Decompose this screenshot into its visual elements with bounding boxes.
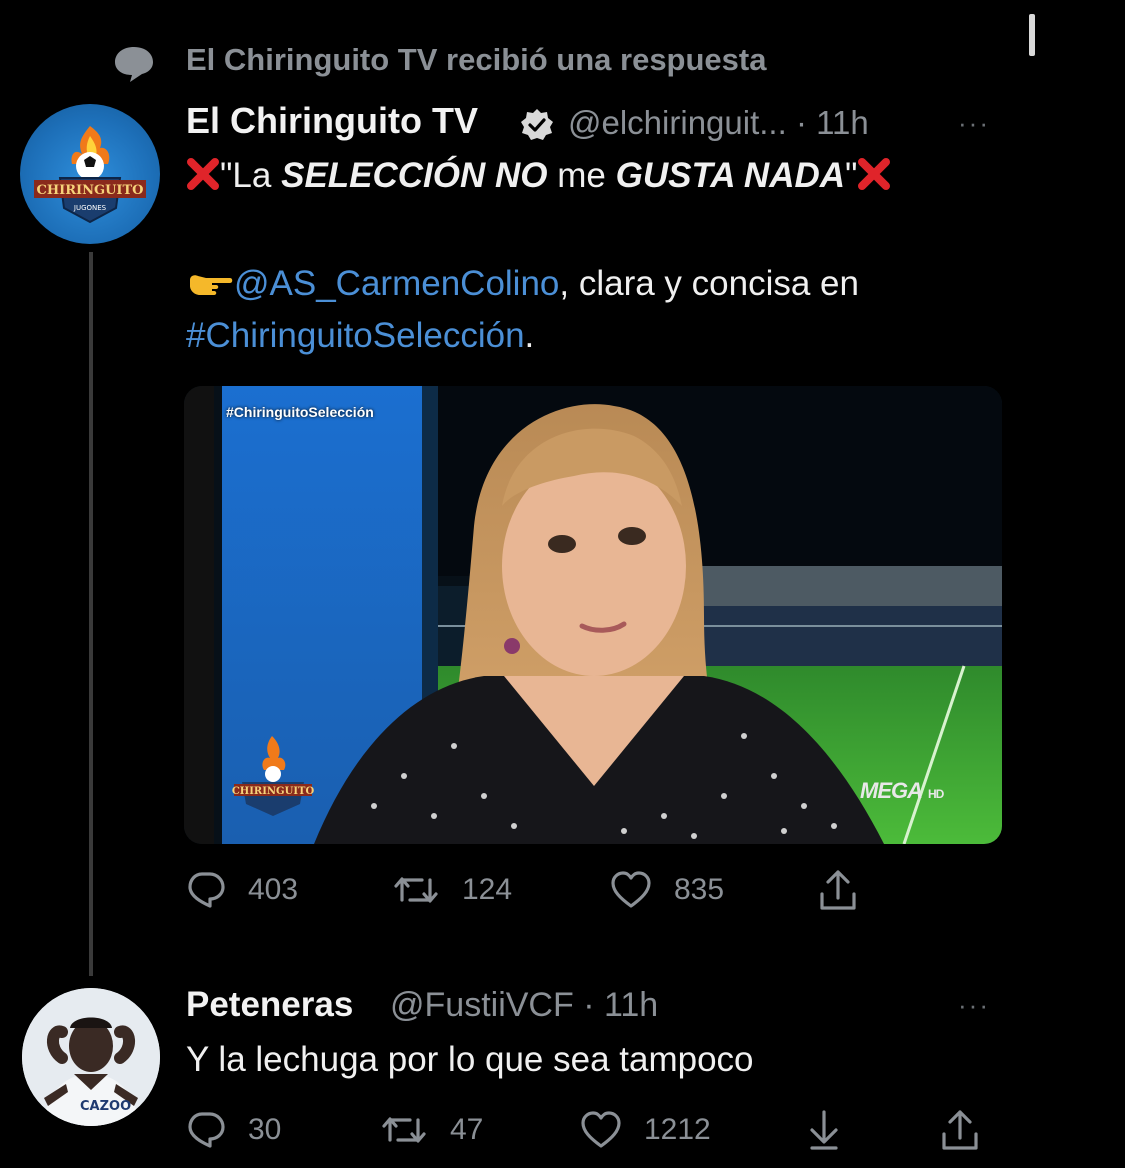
reply-handle-time[interactable]: @FustiiVCF · 11h [390,986,658,1025]
video-logo-text: CHIRINGUITO [232,786,315,797]
tweet-handle-time[interactable]: @elchiringuit... · 11h [568,104,869,142]
like-count: 835 [674,873,725,906]
reply-reply-action[interactable]: 30 [186,1110,281,1150]
reply-text: Y la lechuga por lo que sea tampoco [186,1040,754,1079]
retweet-count: 124 [462,873,513,906]
reply-reply-count: 30 [248,1113,282,1146]
reply-count: 403 [248,873,299,906]
video-frame-image: CHIRINGUITO [184,386,1002,844]
tweet-handle[interactable]: @elchiringuit... [568,104,787,141]
red-x-icon [187,158,219,190]
tweet-author-name[interactable]: El Chiringuito TV [186,100,478,142]
channel-logo-text: MEGA [860,778,923,803]
download-arrow-icon [810,1110,838,1150]
chiringuito-logo: CHIRINGUITO JUGONES [34,126,146,224]
tweet-text-line-1: "La SELECCIÓN NO me GUSTA NADA" [186,156,891,196]
avatar-logo-subtext: JUGONES [73,204,107,212]
reply-icon [188,1112,225,1148]
heart-icon [611,871,651,908]
tweet-video-thumbnail[interactable]: CHIRINGUITO #ChiringuitoSelección MEGA HD [184,386,1002,844]
retweet-icon [394,877,438,903]
reply-icon [188,872,225,908]
tweet-text-line-3: #ChiringuitoSelección. [186,316,534,356]
avatar-sponsor-text: CAZOO [80,1099,131,1114]
share-action[interactable] [818,868,880,912]
mention-link[interactable]: @AS_CarmenColino [234,264,559,303]
heart-icon [581,1111,621,1148]
reply-retweet-action[interactable]: 47 [380,1110,483,1150]
reply-context-text: El Chiringuito TV recibió una respuesta [186,42,767,77]
reply-more-button[interactable]: ··· [958,990,990,1021]
retweet-action[interactable]: 124 [392,870,512,910]
scrollbar[interactable] [1029,14,1035,56]
quote-bold-1: SELECCIÓN NO [281,156,548,195]
share-icon [942,1110,978,1150]
reply-like-count: 1212 [644,1113,711,1146]
share-icon [820,870,856,910]
thread-connector-line [89,252,93,976]
tweet-more-button[interactable]: ··· [958,108,990,139]
video-hashtag-overlay: #ChiringuitoSelección [226,404,374,420]
channel-logo: MEGA HD [860,778,944,804]
red-x-icon [858,158,891,190]
quote-mid: me [547,156,616,195]
tweet-text-line-2: @AS_CarmenColino, clara y concisa en [186,264,859,304]
quote-open: "La [220,156,282,195]
reply-like-action[interactable]: 1212 [580,1110,711,1150]
speech-bubble-icon [115,47,153,82]
peteneras-avatar-image: CAZOO [22,988,160,1126]
reply-share-action[interactable] [940,1108,1002,1152]
tweet-body-text: , clara y concisa en [559,264,859,303]
verified-badge-icon [521,109,553,140]
pointing-hand-icon [190,275,233,295]
like-action[interactable]: 835 [610,870,724,910]
reply-download-action[interactable] [804,1108,866,1152]
reply-author-name[interactable]: Peteneras [186,985,353,1025]
quote-bold-2: GUSTA NADA [615,156,846,195]
peteneras-avatar[interactable]: CAZOO [22,988,160,1126]
avatar-logo-text: CHIRINGUITO [37,183,144,198]
reply-action[interactable]: 403 [186,870,298,910]
tweet-period: . [524,316,535,355]
tweet-time[interactable]: · 11h [796,104,869,141]
chiringuito-avatar[interactable]: CHIRINGUITO JUGONES [20,104,160,244]
channel-hd-text: HD [928,787,944,801]
retweet-icon [382,1117,426,1143]
quote-close: " [845,156,858,195]
reply-retweet-count: 47 [450,1113,484,1146]
hashtag-link[interactable]: #ChiringuitoSelección [186,316,525,355]
